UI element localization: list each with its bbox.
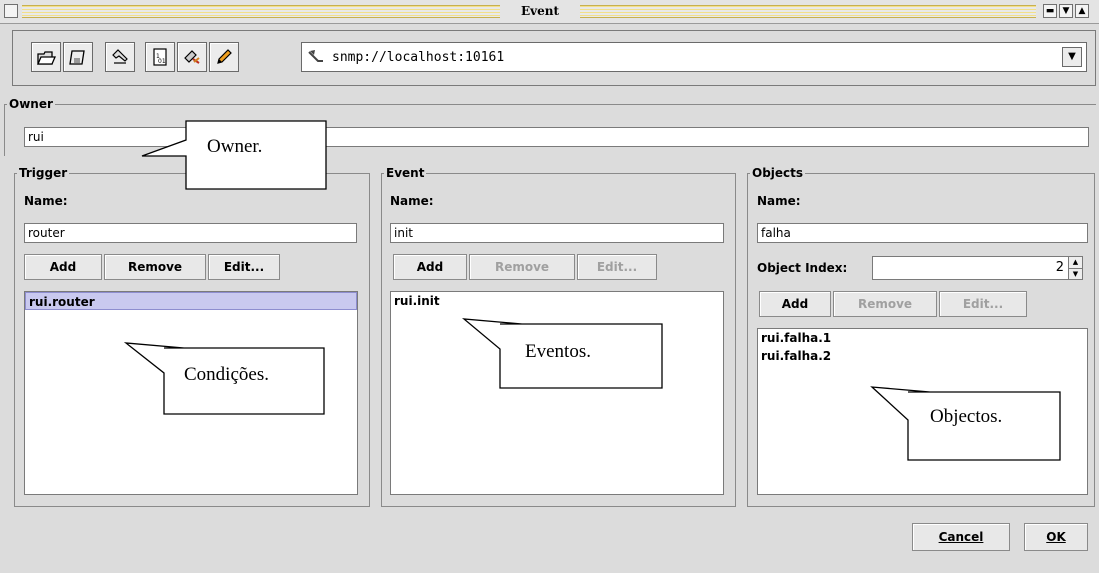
event-group-label: Event <box>384 166 427 180</box>
shade-button[interactable]: ▼ <box>1059 4 1073 18</box>
save-button[interactable] <box>63 42 93 72</box>
objects-edit-button[interactable]: Edit... <box>939 291 1027 317</box>
agent-url-combo[interactable]: snmp://localhost:10161 ▼ <box>301 42 1087 72</box>
event-name-field[interactable]: init <box>390 223 724 243</box>
list-item[interactable]: rui.init <box>391 292 723 310</box>
tools-button[interactable] <box>177 42 207 72</box>
objects-remove-button[interactable]: Remove <box>833 291 937 317</box>
trigger-add-button[interactable]: Add <box>24 254 102 280</box>
objects-group-label: Objects <box>750 166 806 180</box>
eventos-callout-text: Eventos. <box>525 341 591 362</box>
chevron-down-icon[interactable]: ▼ <box>1062 47 1082 67</box>
objectos-callout-text: Objectos. <box>930 406 1003 427</box>
trigger-name-label: Name: <box>24 194 68 208</box>
title-bar: Event ▬ ▼ ▲ <box>0 0 1099 24</box>
spin-up-icon[interactable]: ▲ <box>1069 257 1082 268</box>
title-stripes-right <box>580 5 1036 18</box>
title-stripes-left <box>22 5 500 18</box>
spinner-buttons: ▲ ▼ <box>1068 257 1082 279</box>
svg-text:01: 01 <box>158 58 166 65</box>
ok-button[interactable]: OK <box>1024 523 1088 551</box>
object-index-label: Object Index: <box>757 261 848 275</box>
url-text: snmp://localhost:10161 <box>332 50 505 65</box>
owner-callout-text: Owner. <box>207 136 263 157</box>
owner-group-label: Owner <box>7 97 55 111</box>
objects-name-field[interactable]: falha <box>757 223 1088 243</box>
object-index-value: 2 <box>1055 260 1064 275</box>
spin-down-icon[interactable]: ▼ <box>1069 268 1082 279</box>
cancel-label: Cancel <box>938 530 984 544</box>
list-item[interactable]: rui.router <box>25 292 357 310</box>
toolbar: 1 01 snmp://localhost:10161 ▼ <box>12 30 1096 86</box>
list-item[interactable]: rui.falha.2 <box>758 347 1087 365</box>
cancel-button[interactable]: Cancel <box>912 523 1010 551</box>
settings-button[interactable] <box>105 42 135 72</box>
open-button[interactable] <box>31 42 61 72</box>
pencil-icon <box>217 49 232 64</box>
window-title: Event <box>520 4 560 18</box>
objects-add-button[interactable]: Add <box>759 291 831 317</box>
open-folder-icon <box>37 51 56 65</box>
connection-icon <box>308 50 323 62</box>
condicoes-callout-text: Condições. <box>184 364 269 385</box>
event-add-button[interactable]: Add <box>393 254 467 280</box>
objects-name-label: Name: <box>757 194 801 208</box>
trigger-remove-button[interactable]: Remove <box>104 254 206 280</box>
document-icon: 1 01 <box>153 48 167 66</box>
event-edit-button[interactable]: Edit... <box>577 254 657 280</box>
event-name-label: Name: <box>390 194 434 208</box>
trigger-group-label: Trigger <box>17 166 70 180</box>
save-disk-icon <box>69 50 85 65</box>
wrench-icon <box>112 49 128 64</box>
trigger-name-field[interactable]: router <box>24 223 357 243</box>
window-menu-button[interactable] <box>4 4 18 18</box>
document-button[interactable]: 1 01 <box>145 42 175 72</box>
trigger-edit-button[interactable]: Edit... <box>208 254 280 280</box>
edit-button[interactable] <box>209 42 239 72</box>
object-index-spinner[interactable]: 2 ▲ ▼ <box>872 256 1083 280</box>
list-item[interactable]: rui.falha.1 <box>758 329 1087 347</box>
tools-icon <box>184 50 200 64</box>
ok-label: OK <box>1046 530 1066 544</box>
minimize-button[interactable]: ▬ <box>1043 4 1057 18</box>
event-remove-button[interactable]: Remove <box>469 254 575 280</box>
maximize-button[interactable]: ▲ <box>1075 4 1089 18</box>
